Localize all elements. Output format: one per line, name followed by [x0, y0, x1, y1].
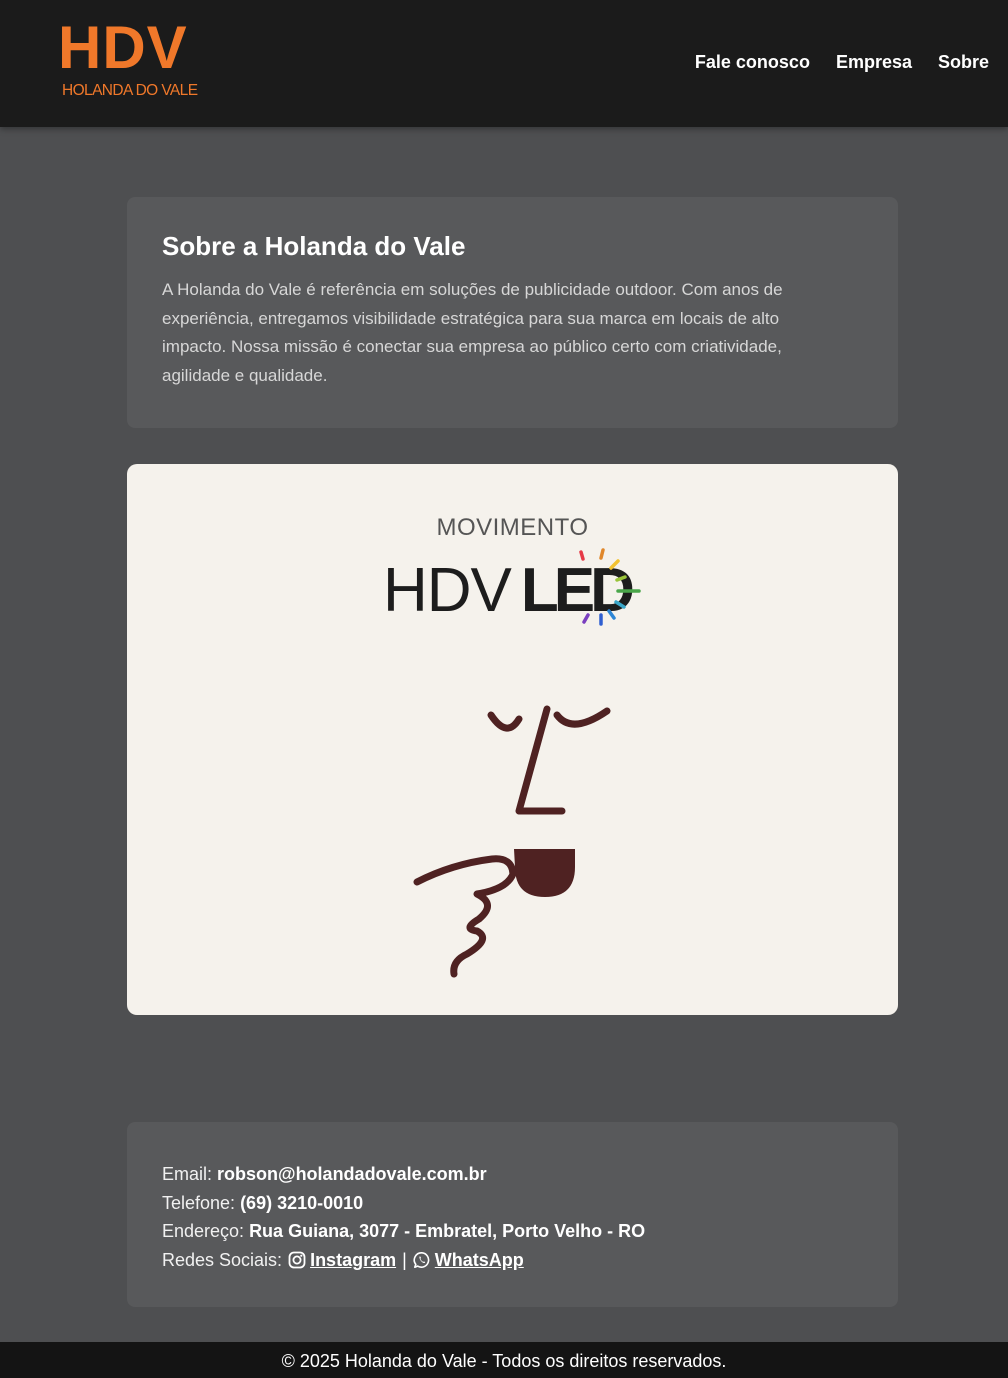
instagram-label: Instagram: [310, 1249, 397, 1270]
social-separator: |: [402, 1249, 407, 1270]
phone-label: Telefone:: [162, 1192, 236, 1213]
address-label: Endereço:: [162, 1221, 245, 1241]
address-value: Rua Guiana, 3077 - Embratel, Porto Velho…: [249, 1221, 646, 1241]
contact-email-row: Email: robson@holandadovale.com.br: [162, 1160, 863, 1189]
movimento-banner: MOVIMENTO HDV LED: [127, 464, 898, 1015]
banner-kicker: MOVIMENTO: [436, 514, 589, 541]
email-value[interactable]: robson@holandadovale.com.br: [217, 1160, 487, 1189]
led-rays-icon: [579, 548, 641, 626]
contact-address-row: Endereço: Rua Guiana, 3077 - Embratel, P…: [162, 1217, 863, 1246]
whatsapp-link[interactable]: WhatsApp: [413, 1246, 524, 1275]
contact-section: Email: robson@holandadovale.com.br Telef…: [127, 1122, 898, 1307]
social-label: Redes Sociais:: [162, 1249, 283, 1270]
banner-brand-hdv: HDV: [383, 556, 512, 625]
phone-value[interactable]: (69) 3210-0010: [240, 1189, 363, 1218]
site-footer: © 2025 Holanda do Vale - Todos os direit…: [0, 1342, 1008, 1378]
whatsapp-icon: [413, 1251, 430, 1268]
coffee-person-illustration: [413, 705, 611, 978]
nav-link-fale-conosco[interactable]: Fale conosco: [695, 52, 810, 73]
about-text: A Holanda do Vale é referência em soluçõ…: [162, 280, 783, 385]
contact-phone-row: Telefone: (69) 3210-0010: [162, 1189, 863, 1218]
email-label: Email:: [162, 1164, 213, 1184]
footer-copyright: © 2025 Holanda do Vale - Todos os direit…: [281, 1351, 727, 1371]
whatsapp-label: WhatsApp: [434, 1249, 524, 1270]
nav-link-sobre[interactable]: Sobre: [938, 52, 989, 73]
logo[interactable]: HDV HOLANDA DO VALE: [58, 14, 238, 104]
logo-mark: HDV: [58, 14, 188, 81]
nav-link-empresa[interactable]: Empresa: [836, 52, 912, 73]
instagram-link[interactable]: Instagram: [288, 1246, 396, 1275]
about-section: Sobre a Holanda do Vale A Holanda do Val…: [127, 197, 898, 428]
contact-social-row: Redes Sociais: Instagram | WhatsApp: [162, 1246, 863, 1275]
about-title: Sobre a Holanda do Vale: [162, 231, 466, 261]
instagram-icon: [288, 1251, 306, 1269]
logo-subtitle: HOLANDA DO VALE: [62, 82, 198, 99]
site-header: HDV HOLANDA DO VALE Fale conosco Empresa…: [0, 0, 1008, 127]
main-nav: Fale conosco Empresa Sobre: [695, 52, 989, 73]
